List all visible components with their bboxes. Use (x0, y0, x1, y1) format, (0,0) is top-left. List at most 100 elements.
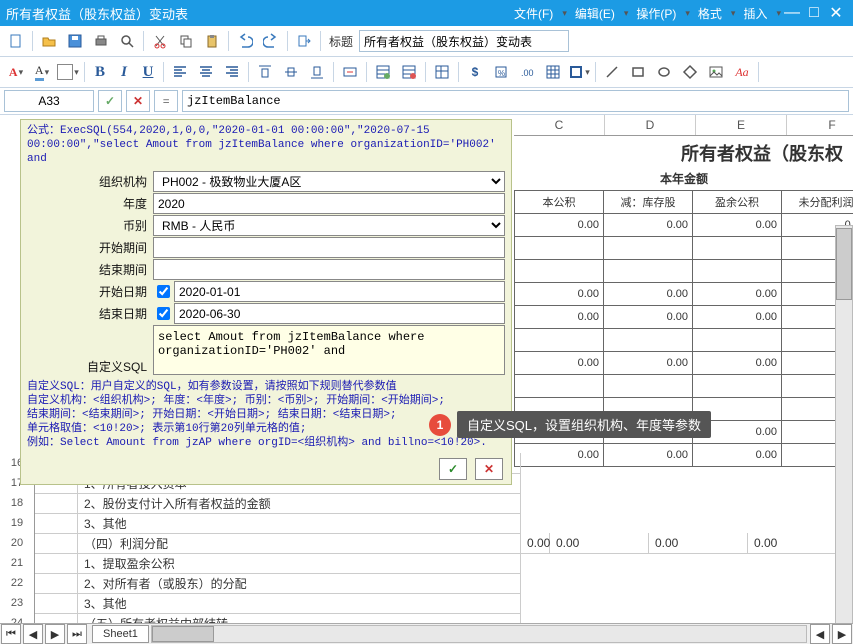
border-button[interactable]: ▾ (567, 60, 591, 84)
cell[interactable]: 0.00 (515, 352, 604, 375)
end-period-input[interactable] (153, 259, 505, 280)
sheet-nav-last-button[interactable]: ⏭ (67, 624, 87, 644)
cell[interactable] (604, 237, 693, 260)
align-top-button[interactable] (253, 60, 277, 84)
org-select[interactable]: PH002 - 极致物业大厦A区 (153, 171, 505, 192)
cell[interactable] (515, 375, 604, 398)
align-center-button[interactable] (194, 60, 218, 84)
scroll-right-button[interactable]: ▶ (832, 624, 852, 644)
cell[interactable]: 0.00 (649, 533, 748, 554)
fx-button[interactable]: = (154, 90, 178, 112)
bold-button[interactable]: B (89, 61, 111, 83)
cell[interactable]: 0.00 (604, 306, 693, 329)
cell[interactable] (693, 329, 782, 352)
sheet-tab[interactable]: Sheet1 (92, 625, 149, 643)
undo-button[interactable] (233, 29, 257, 53)
menu-edit[interactable]: 编辑(E) (575, 5, 615, 22)
cell[interactable]: 0.00 (604, 214, 693, 237)
cell[interactable]: 0.00 (550, 533, 649, 554)
minimize-button[interactable]: — (781, 4, 803, 22)
font-color-button[interactable]: A▾ (4, 60, 28, 84)
cell[interactable] (35, 513, 78, 534)
start-date-input[interactable] (174, 281, 505, 302)
text-style-button[interactable]: Aa (730, 60, 754, 84)
grid-button[interactable] (541, 60, 565, 84)
formula-accept-button[interactable]: ✓ (98, 90, 122, 112)
menu-file[interactable]: 文件(F) (514, 5, 553, 22)
cell[interactable] (693, 375, 782, 398)
sheet-nav-first-button[interactable]: ⏮ (1, 624, 21, 644)
cell[interactable]: 0.00 (693, 352, 782, 375)
cell[interactable] (35, 533, 78, 554)
copy-button[interactable] (174, 29, 198, 53)
italic-button[interactable]: I (113, 61, 135, 83)
align-left-button[interactable] (168, 60, 192, 84)
cell[interactable] (35, 553, 78, 574)
row-header[interactable]: 20 (0, 533, 35, 554)
sql-textarea[interactable] (153, 325, 505, 375)
vertical-scrollbar[interactable] (835, 225, 853, 627)
sheet-nav-prev-button[interactable]: ◀ (23, 624, 43, 644)
save-button[interactable] (63, 29, 87, 53)
line-shape-button[interactable] (600, 60, 624, 84)
cell[interactable]: 0.00 (693, 283, 782, 306)
end-date-input[interactable] (174, 303, 505, 324)
close-button[interactable]: ✕ (825, 3, 847, 23)
cell[interactable]: 0.00 (515, 306, 604, 329)
cell[interactable]: 2、对所有者（或股东）的分配 (78, 573, 521, 594)
cell[interactable]: 0.00 (604, 283, 693, 306)
cell[interactable]: 0.00 (515, 214, 604, 237)
border-color-button[interactable]: ▾ (56, 60, 80, 84)
currency-button[interactable]: $ (463, 60, 487, 84)
preview-button[interactable] (115, 29, 139, 53)
image-button[interactable] (704, 60, 728, 84)
cell[interactable] (35, 573, 78, 594)
formula-input[interactable] (182, 90, 849, 112)
menu-insert[interactable]: 插入 (743, 5, 767, 22)
cell[interactable]: 1、提取盈余公积 (78, 553, 521, 574)
maximize-button[interactable]: □ (803, 4, 825, 22)
row-header[interactable]: 21 (0, 553, 35, 574)
ok-button[interactable]: ✓ (439, 458, 467, 480)
end-date-checkbox[interactable] (157, 307, 170, 320)
sheet-nav-next-button[interactable]: ▶ (45, 624, 65, 644)
insert-row-button[interactable] (371, 60, 395, 84)
decimal-button[interactable]: .00 (515, 60, 539, 84)
currency-select[interactable]: RMB - 人民币 (153, 215, 505, 236)
col-header[interactable]: C (514, 115, 605, 135)
cell[interactable] (604, 375, 693, 398)
oval-shape-button[interactable] (652, 60, 676, 84)
cell-reference-input[interactable] (4, 90, 94, 112)
row-header[interactable]: 22 (0, 573, 35, 594)
row-header[interactable]: 19 (0, 513, 35, 534)
formula-cancel-button[interactable]: ✕ (126, 90, 150, 112)
cell[interactable]: 0.00 (604, 352, 693, 375)
align-right-button[interactable] (220, 60, 244, 84)
scroll-thumb[interactable] (152, 626, 214, 642)
rect-shape-button[interactable] (626, 60, 650, 84)
cell[interactable] (693, 237, 782, 260)
percent-button[interactable]: % (489, 60, 513, 84)
cell[interactable] (515, 329, 604, 352)
cell[interactable]: 0.00 (748, 533, 847, 554)
cell[interactable]: 0.00 (521, 533, 550, 554)
underline-button[interactable]: U (137, 61, 159, 83)
menu-operate[interactable]: 操作(P) (636, 5, 676, 22)
start-period-input[interactable] (153, 237, 505, 258)
open-button[interactable] (37, 29, 61, 53)
cell[interactable]: 0.00 (693, 214, 782, 237)
redo-button[interactable] (259, 29, 283, 53)
cell[interactable]: （四）利润分配 (78, 533, 521, 554)
cell[interactable]: 0.00 (693, 306, 782, 329)
title-input[interactable] (359, 30, 569, 52)
cancel-button[interactable]: ✕ (475, 458, 503, 480)
align-bottom-button[interactable] (305, 60, 329, 84)
cell[interactable] (35, 493, 78, 514)
align-middle-button[interactable] (279, 60, 303, 84)
delete-row-button[interactable] (397, 60, 421, 84)
freeze-button[interactable] (430, 60, 454, 84)
cell[interactable] (515, 237, 604, 260)
row-header[interactable]: 18 (0, 493, 35, 514)
scroll-thumb[interactable] (836, 228, 852, 300)
export-button[interactable] (292, 29, 316, 53)
